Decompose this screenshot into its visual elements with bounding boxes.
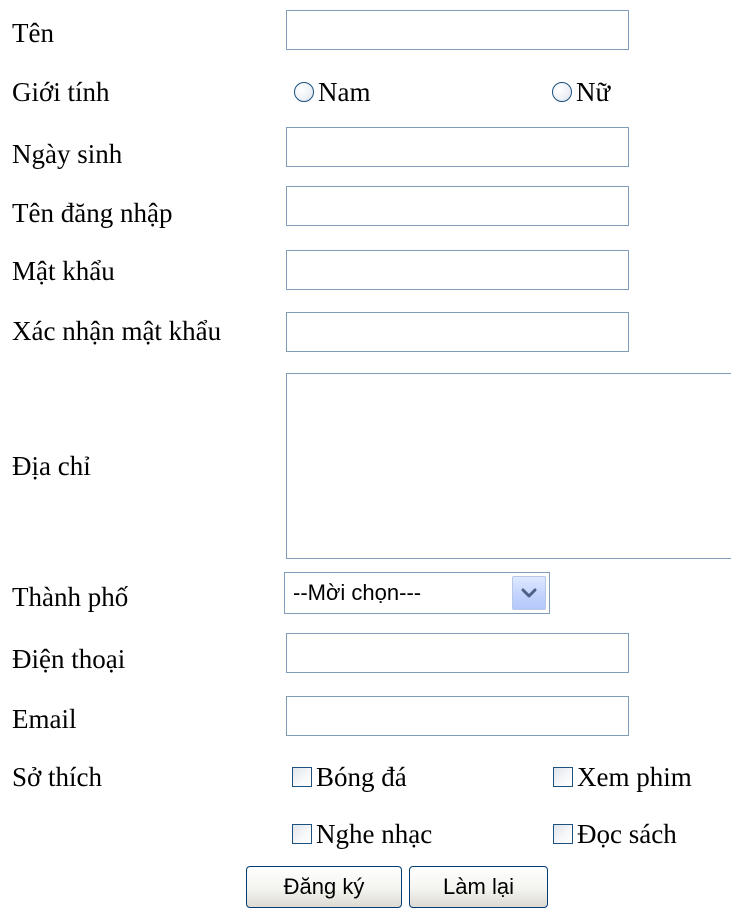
dropdown-button[interactable]	[512, 576, 546, 610]
city-select-value: --Mời chọn---	[293, 580, 422, 605]
city-select[interactable]: --Mời chọn---	[284, 572, 550, 614]
password-input[interactable]	[286, 250, 629, 290]
hobby-option-music[interactable]: Nghe nhạc	[292, 817, 432, 851]
hobby-option-football[interactable]: Bóng đá	[292, 760, 407, 794]
hobby-option-football-label: Bóng đá	[316, 762, 407, 792]
hobby-option-reading-label: Đọc sách	[577, 819, 677, 849]
hobby-option-movies[interactable]: Xem phim	[553, 760, 692, 794]
confirm-password-label: Xác nhận mật khẩu	[12, 316, 222, 346]
password-label: Mật khẩu	[12, 256, 115, 286]
hobby-option-movies-label: Xem phim	[577, 762, 692, 792]
radio-unselected-icon[interactable]	[294, 82, 314, 102]
gender-option-female-label: Nữ	[576, 77, 611, 107]
birthdate-input[interactable]	[286, 127, 629, 167]
register-button[interactable]: Đăng ký	[246, 866, 402, 908]
checkbox-unchecked-icon[interactable]	[553, 767, 573, 787]
name-label: Tên	[12, 18, 54, 48]
hobbies-label: Sở thích	[12, 762, 103, 792]
radio-unselected-icon[interactable]	[552, 82, 572, 102]
address-textarea[interactable]	[286, 373, 731, 559]
gender-option-female[interactable]: Nữ	[552, 75, 610, 109]
email-label: Email	[12, 704, 77, 734]
birthdate-label: Ngày sinh	[12, 139, 123, 169]
chevron-down-icon	[521, 588, 537, 598]
checkbox-unchecked-icon[interactable]	[292, 767, 312, 787]
username-input[interactable]	[286, 186, 629, 226]
email-input[interactable]	[286, 696, 629, 736]
confirm-password-input[interactable]	[286, 312, 629, 352]
address-label: Địa chỉ	[12, 451, 91, 481]
gender-option-male[interactable]: Nam	[294, 75, 370, 109]
hobby-option-reading[interactable]: Đọc sách	[553, 817, 677, 851]
gender-option-male-label: Nam	[318, 77, 371, 107]
username-label: Tên đăng nhập	[12, 198, 173, 228]
city-label: Thành phố	[12, 582, 129, 612]
checkbox-unchecked-icon[interactable]	[292, 824, 312, 844]
hobby-option-music-label: Nghe nhạc	[316, 819, 433, 849]
phone-input[interactable]	[286, 633, 629, 673]
name-input[interactable]	[286, 10, 629, 50]
checkbox-unchecked-icon[interactable]	[553, 824, 573, 844]
reset-button[interactable]: Làm lại	[409, 866, 548, 908]
gender-label: Giới tính	[12, 77, 110, 107]
phone-label: Điện thoại	[12, 644, 126, 674]
